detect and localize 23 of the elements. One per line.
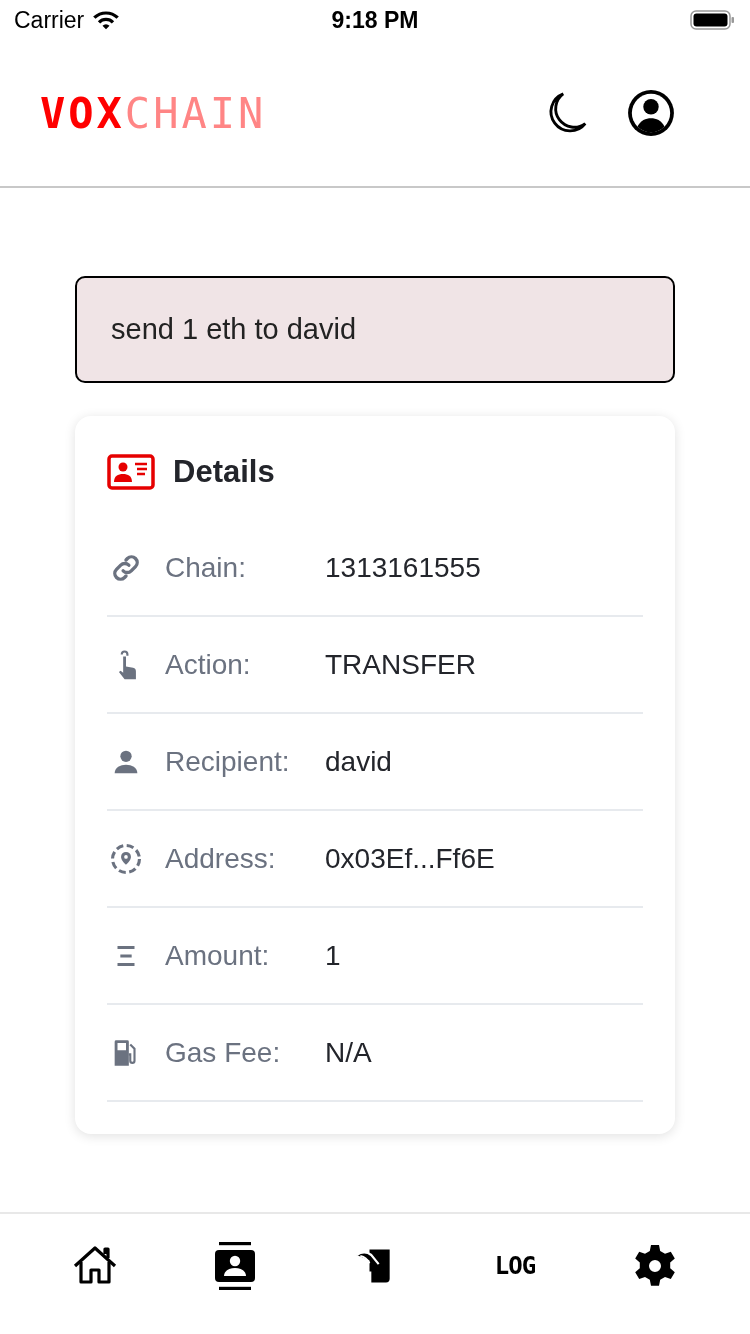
field-label: Chain: bbox=[165, 551, 247, 584]
location-target-icon bbox=[109, 841, 143, 876]
field-value: 0x03Ef...Ff6E bbox=[325, 842, 495, 875]
field-label: Recipient: bbox=[165, 745, 291, 778]
field-label: Action: bbox=[165, 648, 252, 681]
field-value: david bbox=[325, 745, 392, 778]
card-title: Details bbox=[173, 454, 275, 490]
carrier-label: Carrier bbox=[14, 6, 85, 34]
user-avatar-icon[interactable] bbox=[626, 88, 676, 138]
field-label: Gas Fee: bbox=[165, 1036, 282, 1069]
field-value: TRANSFER bbox=[325, 648, 476, 681]
field-label: Amount: bbox=[165, 939, 271, 972]
logo-text: VOXCHAIN bbox=[40, 88, 267, 138]
field-value: 1313161555 bbox=[325, 551, 481, 584]
field-value: N/A bbox=[325, 1036, 372, 1069]
clock-time: 9:18 PM bbox=[331, 6, 419, 33]
field-label: Address: bbox=[165, 842, 277, 875]
battery-icon bbox=[690, 9, 736, 31]
log-tab[interactable]: LOG bbox=[494, 1252, 536, 1280]
command-field[interactable]: send 1 eth to david bbox=[75, 276, 675, 383]
wifi-icon bbox=[92, 9, 121, 31]
id-card-icon bbox=[107, 454, 155, 490]
field-value: 1 bbox=[325, 939, 341, 972]
